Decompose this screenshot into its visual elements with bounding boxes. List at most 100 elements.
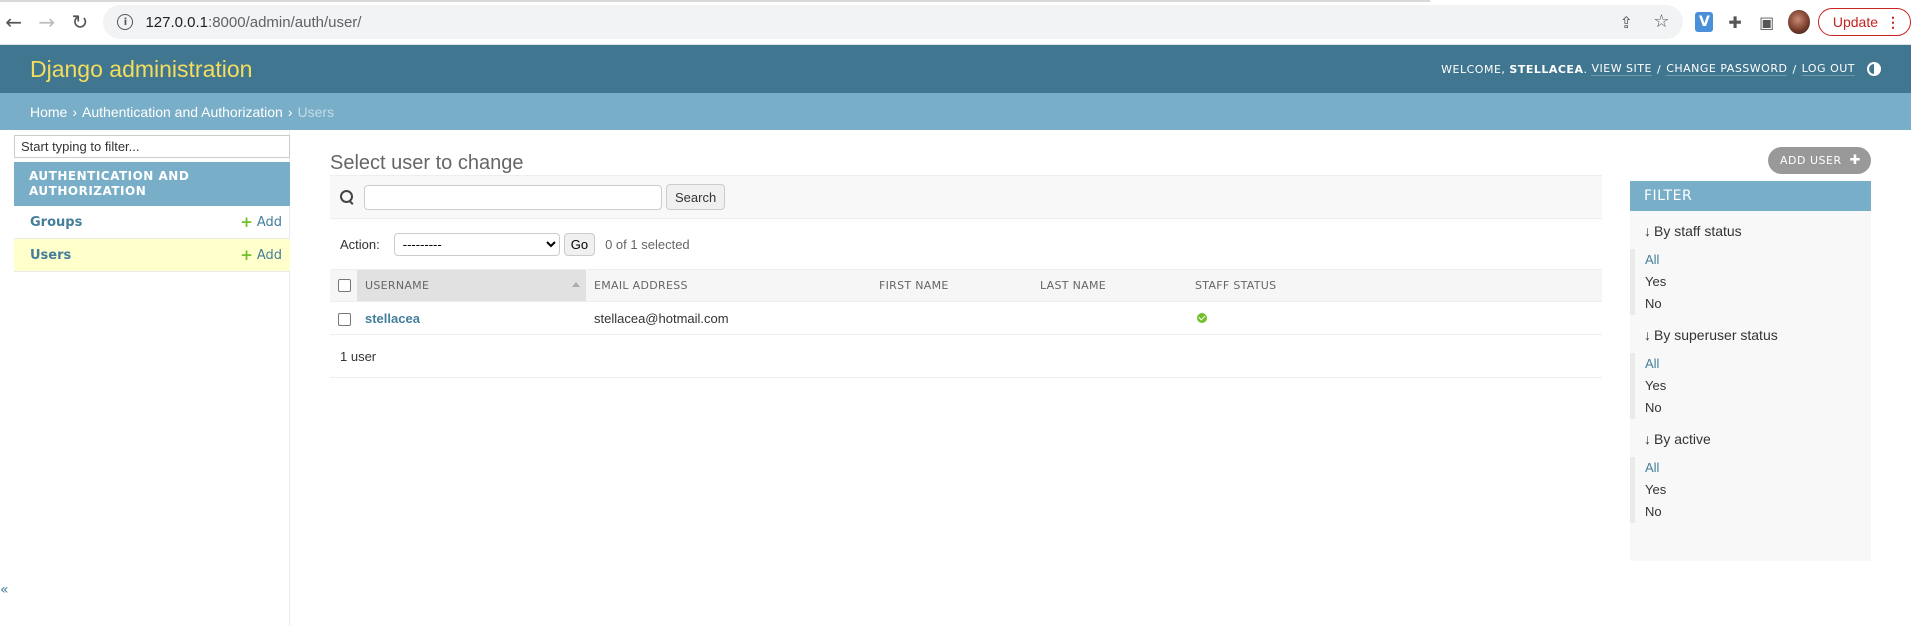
side-panel-icon[interactable]: ▣	[1757, 11, 1777, 33]
profile-avatar[interactable]	[1788, 10, 1810, 34]
add-user-link[interactable]: + Add	[240, 246, 282, 264]
select-all-checkbox[interactable]	[338, 279, 351, 293]
url-path: :8000/admin/auth/user/	[208, 13, 362, 31]
row-select-cell	[330, 301, 357, 335]
toggle-nav-sidebar-icon[interactable]: «	[0, 582, 9, 598]
filter-options-active: All Yes No	[1630, 457, 1871, 523]
main-container: AUTHENTICATION AND AUTHORIZATION Groups …	[0, 130, 1911, 626]
staff-status-cell	[1187, 301, 1602, 335]
table-header-row: USERNAME EMAIL ADDRESS FIRST NAME LAST N…	[330, 269, 1602, 302]
app-caption-auth[interactable]: AUTHENTICATION AND AUTHORIZATION	[14, 162, 290, 206]
row-checkbox[interactable]	[338, 312, 351, 326]
arrow-down-icon: ↓	[1644, 431, 1651, 447]
column-header-email[interactable]: EMAIL ADDRESS	[586, 269, 871, 302]
address-bar[interactable]: i 127.0.0.1:8000/admin/auth/user/ ⇪ ☆	[103, 5, 1684, 39]
add-label: Add	[256, 247, 282, 263]
filter-option-no[interactable]: No	[1645, 397, 1871, 419]
site-header: Django administration WELCOME, STELLACEA…	[0, 45, 1911, 93]
select-all-header	[330, 269, 357, 302]
changelist: Search Action: --------- Go 0 of 1 selec…	[330, 175, 1602, 378]
action-select[interactable]: ---------	[393, 232, 560, 256]
check-circle-icon	[1197, 312, 1207, 323]
column-header-first-name[interactable]: FIRST NAME	[871, 269, 1032, 302]
view-site-link[interactable]: VIEW SITE	[1591, 62, 1652, 76]
filter-option-no[interactable]: No	[1645, 293, 1871, 315]
actions-bar: Action: --------- Go 0 of 1 selected	[330, 219, 1602, 269]
breadcrumb-app[interactable]: Authentication and Authorization	[82, 104, 283, 120]
sidebar-item-users: Users + Add	[14, 239, 290, 272]
search-button[interactable]: Search	[666, 184, 726, 210]
column-header-last-name[interactable]: LAST NAME	[1032, 269, 1187, 302]
welcome-text: WELCOME,	[1441, 62, 1506, 76]
column-label: USERNAME	[365, 279, 430, 292]
email-cell: stellacea@hotmail.com	[586, 301, 871, 335]
extensions-puzzle-icon[interactable]: ✚	[1725, 11, 1745, 33]
filter-group-active[interactable]: ↓ By active	[1644, 431, 1871, 447]
log-out-link[interactable]: LOG OUT	[1801, 62, 1855, 76]
filter-option-all[interactable]: All	[1645, 353, 1871, 375]
results-table: USERNAME EMAIL ADDRESS FIRST NAME LAST N…	[330, 269, 1602, 335]
nav-sidebar: AUTHENTICATION AND AUTHORIZATION Groups …	[0, 130, 290, 626]
welcome-username: STELLACEA	[1509, 62, 1584, 76]
add-label: Add	[256, 214, 282, 230]
add-user-button[interactable]: ADD USER ✚	[1768, 147, 1871, 174]
filter-option-yes[interactable]: Yes	[1645, 375, 1871, 397]
site-branding[interactable]: Django administration	[30, 56, 252, 83]
theme-toggle-icon[interactable]	[1867, 62, 1881, 76]
browser-toolbar: ← → ↻ i 127.0.0.1:8000/admin/auth/user/ …	[0, 0, 1911, 45]
nav-filter-input[interactable]	[14, 135, 290, 158]
extension-v-icon[interactable]: V	[1695, 12, 1714, 32]
forward-arrow-icon[interactable]: →	[35, 9, 58, 35]
sidebar-item-groups-link[interactable]: Groups	[30, 215, 82, 230]
more-menu-icon: ⋮	[1886, 13, 1900, 30]
search-toolbar: Search	[330, 175, 1602, 219]
selection-counter: 0 of 1 selected	[605, 236, 690, 252]
content: Select user to change ADD USER ✚ Search …	[290, 130, 1911, 626]
go-button[interactable]: Go	[563, 232, 596, 256]
filter-option-all[interactable]: All	[1645, 457, 1871, 479]
bookmark-star-icon[interactable]: ☆	[1653, 11, 1669, 32]
filter-title: FILTER	[1630, 181, 1871, 211]
plus-icon: ✚	[1849, 153, 1861, 168]
add-plus-icon: +	[240, 246, 253, 264]
add-user-label: ADD USER	[1780, 154, 1842, 167]
filter-group-title: By superuser status	[1654, 327, 1778, 343]
filter-options-superuser-status: All Yes No	[1630, 353, 1871, 419]
filter-group-title: By staff status	[1654, 223, 1742, 239]
sidebar-item-users-link[interactable]: Users	[30, 248, 71, 263]
filter-option-yes[interactable]: Yes	[1645, 271, 1871, 293]
paginator: 1 user	[330, 335, 1602, 378]
site-info-icon[interactable]: i	[117, 14, 134, 30]
user-tools: WELCOME, STELLACEA. VIEW SITE / CHANGE PA…	[1441, 62, 1881, 76]
column-header-username[interactable]: USERNAME	[357, 269, 586, 302]
add-plus-icon: +	[240, 213, 253, 231]
arrow-down-icon: ↓	[1644, 223, 1651, 239]
breadcrumb-home[interactable]: Home	[30, 104, 67, 120]
change-password-link[interactable]: CHANGE PASSWORD	[1666, 62, 1788, 76]
username-cell: stellacea	[357, 301, 586, 335]
reload-icon[interactable]: ↻	[68, 9, 91, 35]
filter-option-all[interactable]: All	[1645, 249, 1871, 271]
url-host: 127.0.0.1	[145, 13, 209, 31]
username-link[interactable]: stellacea	[365, 311, 420, 326]
sort-ascending-icon[interactable]	[572, 282, 580, 287]
url-text[interactable]: 127.0.0.1:8000/admin/auth/user/	[145, 14, 361, 31]
update-button[interactable]: Update ⋮	[1817, 8, 1911, 36]
filter-options-staff-status: All Yes No	[1630, 249, 1871, 315]
sidebar-item-groups: Groups + Add	[14, 206, 290, 239]
filter-group-superuser-status[interactable]: ↓ By superuser status	[1644, 327, 1871, 343]
last-name-cell	[1032, 301, 1187, 335]
filter-option-yes[interactable]: Yes	[1645, 479, 1871, 501]
table-row: stellacea stellacea@hotmail.com	[330, 301, 1602, 335]
share-icon[interactable]: ⇪	[1619, 13, 1637, 32]
filter-group-staff-status[interactable]: ↓ By staff status	[1644, 223, 1871, 239]
filter-option-no[interactable]: No	[1645, 501, 1871, 523]
column-header-staff-status[interactable]: STAFF STATUS	[1187, 269, 1602, 302]
add-group-link[interactable]: + Add	[240, 213, 282, 231]
first-name-cell	[871, 301, 1032, 335]
filter-group-title: By active	[1654, 431, 1711, 447]
search-input[interactable]	[364, 184, 662, 210]
breadcrumb-current: Users	[297, 103, 335, 120]
page-title: Select user to change	[330, 152, 524, 174]
back-arrow-icon[interactable]: ←	[2, 9, 25, 35]
